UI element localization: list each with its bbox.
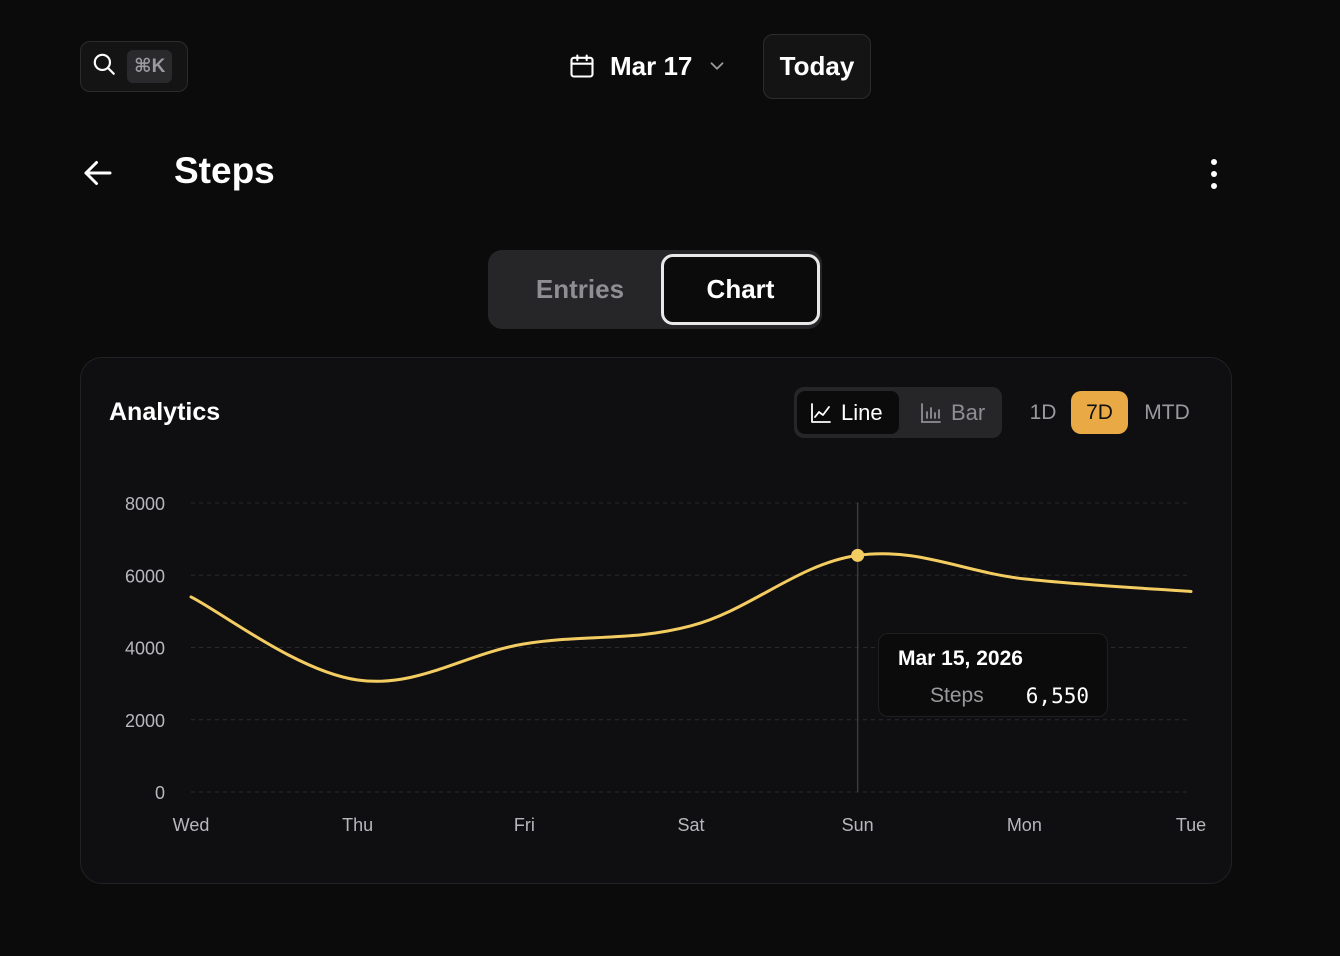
y-tick-label: 8000: [125, 494, 165, 514]
x-tick-label: Mon: [1007, 815, 1042, 835]
highlight-point: [851, 548, 865, 562]
tab-entries[interactable]: Entries: [488, 250, 672, 329]
more-vertical-icon: [1211, 159, 1217, 189]
back-button[interactable]: [80, 155, 118, 193]
x-tick-label: Tue: [1176, 815, 1206, 835]
y-tick-label: 0: [155, 783, 165, 803]
more-options-button[interactable]: [1198, 154, 1230, 194]
search-button[interactable]: ⌘K: [80, 41, 188, 92]
x-tick-label: Fri: [514, 815, 535, 835]
y-tick-label: 6000: [125, 566, 165, 586]
calendar-icon: [568, 52, 596, 80]
x-tick-label: Sun: [842, 815, 874, 835]
y-tick-label: 2000: [125, 711, 165, 731]
chart-tooltip: Mar 15, 2026 Steps 6,550: [878, 633, 1108, 717]
x-tick-label: Thu: [342, 815, 373, 835]
tab-chart[interactable]: Chart: [661, 254, 820, 325]
y-tick-label: 4000: [125, 639, 165, 659]
tooltip-date: Mar 15, 2026: [898, 647, 1023, 670]
x-tick-label: Wed: [173, 815, 210, 835]
steps-line-chart[interactable]: 0 2000 4000 6000 8000 Wed Thu Fri Sat Sun Mon Tue: [81, 358, 1233, 885]
view-tabs: Entries Chart: [488, 250, 822, 329]
x-tick-label: Sat: [677, 815, 704, 835]
tooltip-label: Steps: [930, 684, 984, 707]
analytics-card: Analytics Line Bar 1D 7D MTD 0 2000 4000 60…: [80, 357, 1232, 884]
date-picker[interactable]: Mar 17: [568, 44, 728, 88]
today-button[interactable]: Today: [763, 34, 871, 99]
search-icon: [91, 51, 117, 82]
chevron-down-icon: [706, 55, 728, 77]
tooltip-value: 6,550: [1025, 684, 1089, 708]
page-title: Steps: [174, 150, 275, 191]
date-label: Mar 17: [610, 50, 693, 81]
arrow-left-icon: [84, 161, 112, 185]
shortcut-badge: ⌘K: [127, 50, 173, 83]
